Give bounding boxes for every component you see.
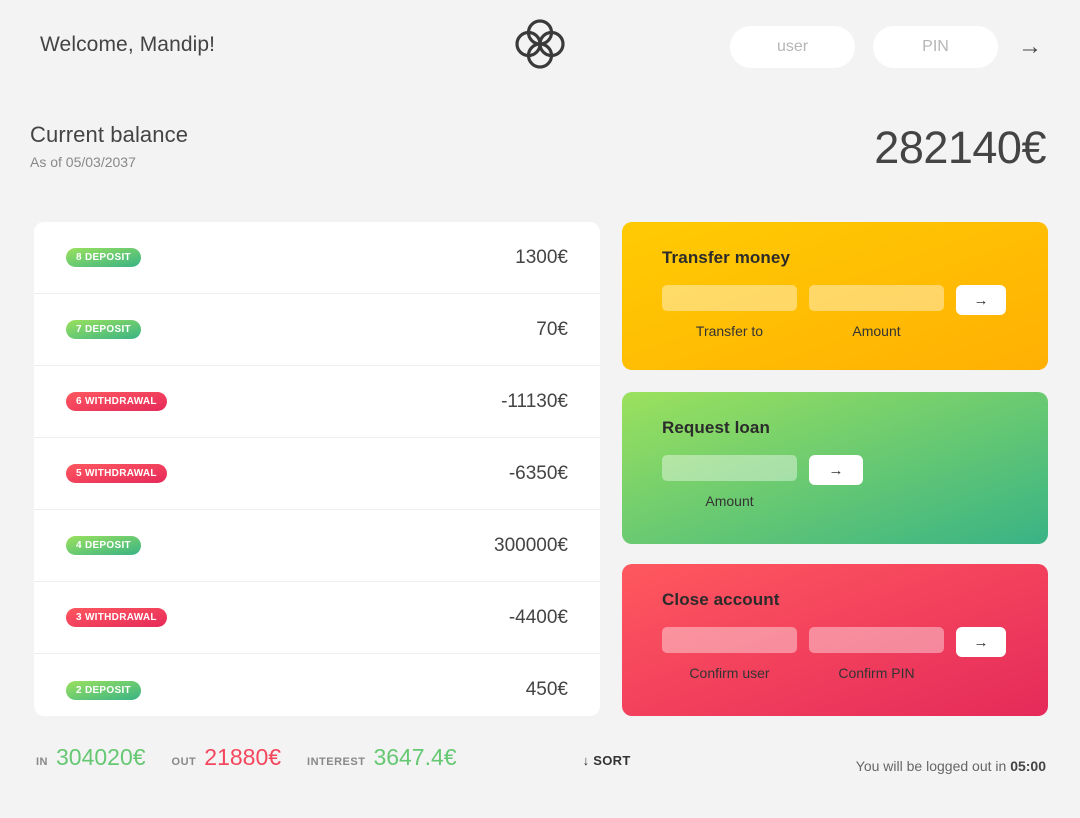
login-pin-input[interactable]: [873, 26, 998, 68]
login-form: →: [730, 26, 1044, 68]
logout-timer-text: You will be logged out in: [855, 758, 1011, 774]
movement-row: 8 DEPOSIT 1300€: [34, 222, 600, 294]
movement-type-badge: 5 WITHDRAWAL: [66, 464, 167, 483]
movement-row: 5 WITHDRAWAL -6350€: [34, 438, 600, 510]
movement-value: -11130€: [501, 390, 568, 412]
movement-type-badge: 3 WITHDRAWAL: [66, 608, 167, 627]
balance-date: As of 05/03/2037: [30, 154, 136, 170]
logout-timer: You will be logged out in 05:00: [856, 758, 1046, 774]
movement-row: 2 DEPOSIT 450€: [34, 654, 600, 716]
summary-interest-label: INTEREST: [307, 756, 366, 768]
movement-value: 450€: [525, 679, 568, 700]
loan-submit-button[interactable]: →: [809, 455, 863, 485]
operation-loan-panel: Request loan Amount →: [622, 392, 1048, 544]
close-user-input[interactable]: [662, 627, 797, 653]
transfer-amount-input[interactable]: [809, 285, 944, 311]
transfer-form: Transfer to Amount →: [662, 285, 1006, 339]
movement-type-badge: 4 DEPOSIT: [66, 536, 141, 555]
summary-in-label: IN: [36, 756, 48, 768]
movement-value: 70€: [536, 318, 568, 340]
summary-bar: IN 304020€ OUT 21880€ INTEREST 3647.4€ ↓…: [36, 744, 1046, 774]
movement-row: 4 DEPOSIT 300000€: [34, 510, 600, 582]
summary-interest-value: 3647.4€: [373, 744, 457, 770]
top-navigation: Welcome, Mandip! →: [0, 0, 1080, 90]
login-submit-button[interactable]: →: [1016, 35, 1044, 59]
transfer-to-input[interactable]: [662, 285, 797, 311]
close-form: Confirm user Confirm PIN →: [662, 627, 1006, 681]
operation-close-panel: Close account Confirm user Confirm PIN →: [622, 564, 1048, 716]
loan-amount-field: Amount: [662, 455, 797, 509]
sort-button[interactable]: ↓ SORT: [583, 753, 631, 768]
logout-timer-value: 05:00: [1010, 758, 1046, 774]
loan-amount-label: Amount: [705, 493, 754, 509]
operation-transfer-panel: Transfer money Transfer to Amount →: [622, 222, 1048, 370]
welcome-message: Welcome, Mandip!: [40, 33, 216, 56]
transfer-title: Transfer money: [662, 248, 791, 267]
movement-type-badge: 2 DEPOSIT: [66, 680, 141, 700]
close-pin-field: Confirm PIN: [809, 627, 944, 681]
summary-in-value: 304020€: [56, 744, 146, 770]
transfer-to-field: Transfer to: [662, 285, 797, 339]
movement-row: 7 DEPOSIT 70€: [34, 294, 600, 366]
movement-value: 300000€: [494, 534, 568, 556]
balance-section: Current balance As of 05/03/2037 282140€: [30, 122, 1046, 170]
movement-value: -4400€: [508, 606, 568, 628]
transfer-submit-button[interactable]: →: [956, 285, 1006, 315]
movement-value: 1300€: [515, 246, 568, 268]
close-submit-button[interactable]: →: [956, 627, 1006, 657]
balance-label: Current balance: [30, 122, 189, 147]
login-user-input[interactable]: [730, 26, 855, 68]
movement-value: -6350€: [508, 462, 568, 484]
bankist-app: Welcome, Mandip! → Current balance As of…: [0, 0, 1080, 818]
transfer-amount-label: Amount: [852, 323, 901, 339]
summary-out-label: OUT: [171, 756, 197, 768]
movement-row: 3 WITHDRAWAL -4400€: [34, 582, 600, 654]
loan-title: Request loan: [662, 418, 770, 437]
transfer-amount-field: Amount: [809, 285, 944, 339]
movement-row: 6 WITHDRAWAL -11130€: [34, 366, 600, 438]
close-user-field: Confirm user: [662, 627, 797, 681]
movement-type-badge: 8 DEPOSIT: [66, 248, 141, 267]
movements-list[interactable]: 8 DEPOSIT 1300€ 7 DEPOSIT 70€ 6 WITHDRAWAL -1…: [34, 222, 600, 716]
close-user-label: Confirm user: [689, 665, 770, 681]
balance-value: 282140€: [874, 122, 1046, 173]
summary-out-value: 21880€: [204, 744, 282, 770]
close-pin-input[interactable]: [809, 627, 944, 653]
movement-type-badge: 7 DEPOSIT: [66, 320, 141, 339]
movement-type-badge: 6 WITHDRAWAL: [66, 392, 167, 411]
loan-amount-input[interactable]: [662, 455, 797, 481]
close-title: Close account: [662, 590, 780, 609]
bankist-logo-icon: [512, 16, 568, 72]
loan-form: Amount →: [662, 455, 1006, 509]
transfer-to-label: Transfer to: [695, 323, 764, 339]
close-pin-label: Confirm PIN: [838, 665, 915, 681]
balance-text-group: Current balance As of 05/03/2037: [30, 122, 188, 170]
